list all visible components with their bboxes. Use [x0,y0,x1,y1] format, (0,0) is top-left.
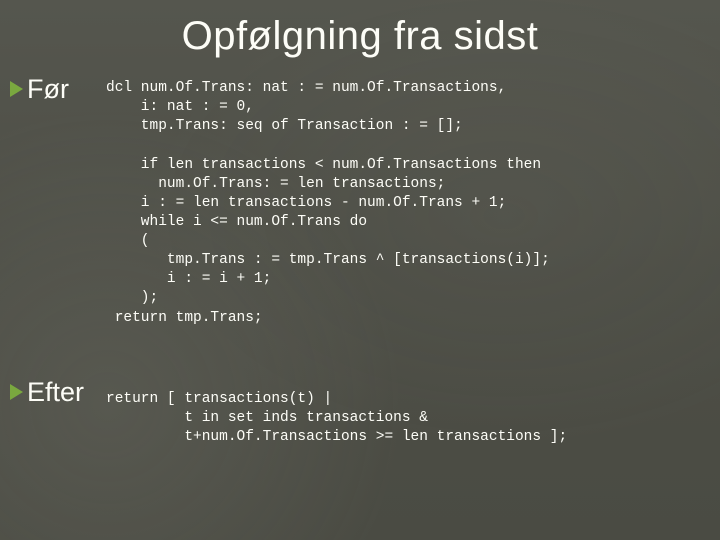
before-section: Før dcl num.Of.Trans: nat : = num.Of.Tra… [0,73,720,328]
after-section: Efter return [ transactions(t) | t in se… [0,376,720,447]
before-label-text: Før [27,73,69,105]
bullet-arrow-icon [10,81,23,97]
after-label: Efter [10,376,106,408]
before-code: dcl num.Of.Trans: nat : = num.Of.Transac… [106,79,550,328]
before-label: Før [10,73,106,105]
bullet-arrow-icon [10,384,23,400]
page-title: Opfølgning fra sidst [0,14,720,59]
after-code: return [ transactions(t) | t in set inds… [106,390,567,447]
after-label-text: Efter [27,376,84,408]
